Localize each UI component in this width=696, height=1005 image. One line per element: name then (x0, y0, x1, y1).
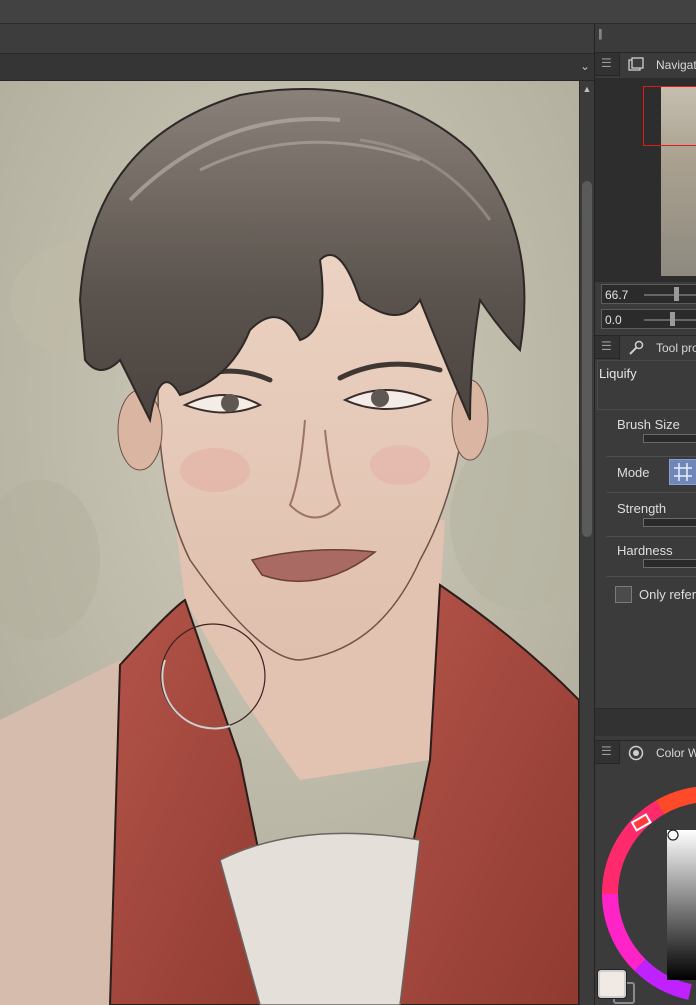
panel-grip-icon[interactable]: ||| (598, 28, 602, 40)
tab-navigator[interactable]: Navigat (619, 53, 696, 77)
strength-label: Strength (617, 501, 667, 516)
rotate-value: 0.0 (605, 313, 622, 327)
tab-tool-property[interactable]: Tool pro (619, 336, 696, 360)
rotate-knob[interactable] (670, 312, 675, 326)
only-reference-checkbox[interactable] (615, 586, 632, 603)
zoom-value: 66.7 (605, 288, 629, 302)
liquify-mode-icon (674, 463, 692, 481)
tool-property-title: Tool pro (656, 341, 696, 355)
scroll-up-arrow-icon[interactable]: ▲ (582, 83, 592, 95)
saturation-value-box[interactable] (667, 830, 696, 980)
command-bar (0, 24, 594, 54)
right-panel: ||| ☰ Navigat 66.7 0.0 ☰ Tool pro Liquif… (594, 24, 696, 1005)
hue-ring[interactable] (595, 764, 696, 1005)
zoom-knob[interactable] (674, 287, 679, 301)
tool-property-body: Liquify Brush Size Mode Strength Hardnes… (595, 360, 696, 708)
tab-color-wheel[interactable]: Color W (619, 741, 696, 765)
wrench-icon (629, 340, 644, 355)
hardness-slider[interactable] (643, 559, 696, 568)
tool-property-footer (595, 708, 696, 736)
brush-size-label: Brush Size (617, 417, 680, 432)
mode-button[interactable] (669, 459, 696, 485)
view-frame[interactable] (643, 86, 696, 146)
main-color-swatch[interactable] (598, 970, 626, 998)
drawing-canvas[interactable] (0, 81, 579, 1005)
color-wheel-icon (628, 745, 644, 761)
tool-property-header: ☰ Tool pro (595, 335, 696, 360)
artwork (0, 81, 579, 1005)
menu-icon[interactable]: ☰ (601, 56, 612, 70)
only-reference-label: Only refer (639, 587, 696, 602)
scrollbar-thumb[interactable] (582, 181, 592, 537)
color-wheel-title: Color W (656, 746, 696, 760)
tool-name: Liquify (599, 366, 637, 381)
strength-slider[interactable] (643, 518, 696, 527)
navigator-icon (628, 57, 644, 71)
color-picker-handle[interactable] (667, 829, 679, 841)
chevron-down-icon[interactable]: ⌄ (580, 59, 590, 73)
canvas-tab-bar: ⌄ (0, 54, 594, 81)
hardness-label: Hardness (617, 543, 673, 558)
navigator-title: Navigat (656, 58, 696, 72)
zoom-slider[interactable]: 66.7 (601, 284, 696, 304)
color-wheel-header: ☰ Color W (595, 740, 696, 765)
navigator-preview[interactable] (595, 78, 696, 282)
mode-label: Mode (617, 465, 650, 480)
canvas-vertical-scrollbar[interactable]: ▲ (579, 81, 594, 1005)
title-bar (0, 0, 696, 24)
navigator-header: ☰ Navigat (595, 52, 696, 77)
menu-icon[interactable]: ☰ (601, 744, 612, 758)
rotate-slider[interactable]: 0.0 (601, 309, 696, 329)
menu-icon[interactable]: ☰ (601, 339, 612, 353)
color-wheel-body[interactable] (595, 764, 696, 1005)
app-window: ⌄ ▲ ||| ☰ Navigat 66.7 0.0 ☰ Tool pro Li… (0, 0, 696, 1005)
brush-size-slider[interactable] (643, 434, 696, 443)
